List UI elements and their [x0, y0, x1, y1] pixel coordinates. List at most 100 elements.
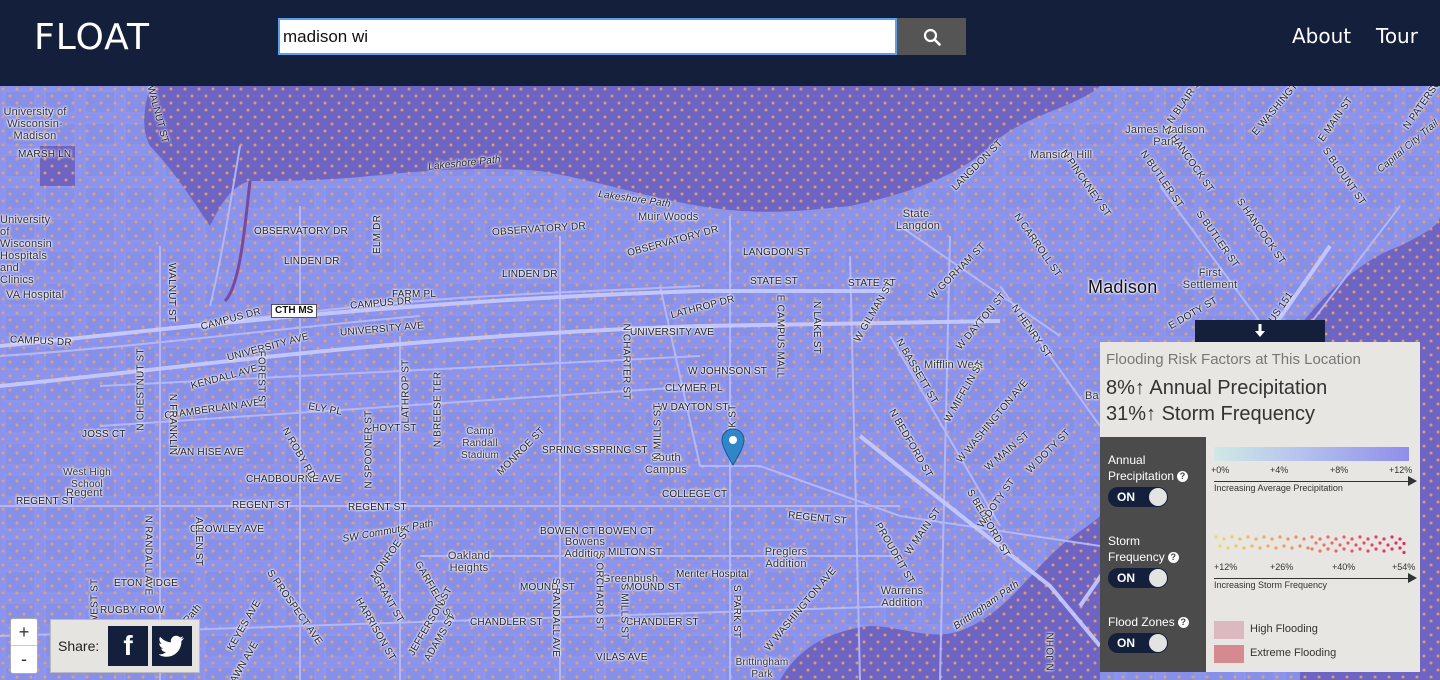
help-icon[interactable]: ?: [1177, 471, 1189, 482]
label-warrens-addition: Warrens Addition: [880, 585, 924, 609]
street-label: N SPOONER ST: [363, 410, 375, 489]
nav-tour-link[interactable]: Tour: [1376, 24, 1418, 48]
storm-dot: [1266, 544, 1270, 548]
street-label: UNIVERSITY AVE: [630, 327, 715, 338]
storm-dot: [1398, 546, 1402, 550]
storm-frequency-toggle[interactable]: ON: [1108, 568, 1168, 588]
street-label: REGENT ST: [232, 500, 291, 511]
label-preglers-addition: Preglers Addition: [764, 546, 808, 570]
storm-dot: [1274, 546, 1278, 550]
storm-dot: [1366, 537, 1370, 541]
storm-dot: [1286, 537, 1290, 541]
precipitation-color-scale: [1214, 447, 1409, 461]
street-label: WEST ST: [89, 578, 101, 625]
storm-dot: [1246, 535, 1250, 539]
storm-dot: [1298, 544, 1302, 548]
label-oakland-heights: Oakland Heights: [447, 550, 491, 574]
storm-dot: [1314, 541, 1318, 545]
storm-dot: [1398, 537, 1402, 541]
storm-dot: [1318, 549, 1322, 553]
storm-dot: [1310, 547, 1314, 551]
precip-tick: +8%: [1330, 465, 1349, 475]
street-label: CLYMER PL: [665, 383, 723, 394]
label-muir-woods: Muir Woods: [638, 211, 699, 223]
flood-zones-toggle[interactable]: ON: [1108, 633, 1168, 653]
label-state-langdon: State-Langdon: [895, 208, 941, 232]
street-label: MARSH LN: [18, 149, 72, 160]
street-label: VILAS AVE: [596, 652, 648, 663]
street-label: MOUND ST: [626, 582, 681, 593]
storm-dot: [1394, 541, 1398, 545]
storm-dot: [1378, 541, 1382, 545]
street-label: FOREST ST: [255, 350, 267, 409]
street-label: COLLEGE CT: [662, 489, 728, 500]
street-label: SPRING ST: [542, 445, 598, 456]
storm-dot: [1358, 547, 1362, 551]
precip-tick: +0%: [1211, 465, 1230, 475]
search-button[interactable]: [897, 18, 966, 55]
street-label: N LAKE ST: [810, 301, 822, 354]
label-bay-partial: Ba: [1085, 390, 1099, 402]
storm-dot: [1350, 537, 1354, 541]
street-label: S RANDALL AVE: [550, 577, 562, 658]
arrow-right-icon: [1408, 573, 1417, 583]
storm-frequency-dot-scale: [1214, 535, 1406, 555]
storm-dot: [1270, 537, 1274, 541]
storm-dot: [1382, 549, 1386, 553]
storm-dot: [1262, 535, 1266, 539]
street-label: CHADBOURNE AVE: [246, 474, 342, 485]
precip-arrow-line: [1214, 481, 1409, 482]
storm-dot: [1330, 541, 1334, 545]
help-icon[interactable]: ?: [1167, 552, 1179, 563]
precipitation-toggle[interactable]: ON: [1108, 487, 1168, 507]
location-pin-marker[interactable]: [721, 428, 745, 466]
label-meriter-hospital: Meriter Hospital: [676, 569, 750, 580]
extreme-flooding-swatch: [1214, 645, 1244, 663]
storm-dot: [1342, 547, 1346, 551]
location-search-input[interactable]: [278, 18, 897, 55]
storm-dot: [1238, 537, 1242, 541]
high-flooding-swatch: [1214, 621, 1244, 639]
storm-dot: [1342, 535, 1346, 539]
label-bowens-addition: Bowens Addition: [564, 536, 606, 560]
top-nav-bar: FLOAT About Tour: [0, 0, 1440, 86]
street-label: N BREESE TER: [432, 371, 444, 448]
street-label: RUGBY ROW: [100, 605, 165, 616]
street-label: N JOHN: [1045, 632, 1057, 671]
zoom-in-button[interactable]: +: [11, 619, 37, 646]
storm-dot: [1290, 546, 1294, 550]
twitter-share-button[interactable]: [152, 626, 192, 666]
county-highway-shield: CTH MS: [271, 304, 318, 318]
help-icon[interactable]: ?: [1177, 617, 1189, 628]
label-uw-hospitals: University of Wisconsin Hospitals and Cl…: [0, 214, 52, 286]
high-flooding-label: High Flooding: [1250, 623, 1318, 635]
storm-dot: [1390, 547, 1394, 551]
label-camp-randall: Camp Randall Stadium: [460, 426, 500, 461]
storm-dot: [1326, 547, 1330, 551]
street-label: BOWEN CT BOWEN CT: [540, 526, 654, 537]
layer-toggle-column: Annual Precipitation? ON Storm Frequency…: [1100, 437, 1206, 672]
storm-dot: [1234, 544, 1238, 548]
label-brittingham-park: Brittingham Park: [735, 657, 789, 680]
street-label: MILTON ST: [608, 547, 663, 558]
street-label: SPRING ST: [592, 445, 648, 456]
label-city-madison: Madison: [1088, 277, 1158, 297]
storm-dot: [1250, 544, 1254, 548]
storm-tick: +54%: [1392, 562, 1416, 572]
panel-title: Flooding Risk Factors at This Location: [1106, 351, 1361, 368]
storm-dot: [1334, 537, 1338, 541]
flooding-risk-panel: Flooding Risk Factors at This Location 8…: [1100, 342, 1420, 672]
app-logo[interactable]: FLOAT: [34, 16, 150, 60]
storm-dot: [1358, 535, 1362, 539]
flood-zones-layer-label: Flood Zones?: [1108, 614, 1189, 630]
panel-collapse-button[interactable]: [1195, 320, 1325, 342]
storm-dot: [1326, 535, 1330, 539]
facebook-share-button[interactable]: f: [108, 626, 148, 666]
street-label: LANGDON ST: [743, 247, 811, 258]
zoom-controls: + -: [10, 618, 38, 674]
storm-tick: +40%: [1332, 562, 1356, 572]
street-label: E CAMPUS MALL: [774, 294, 786, 379]
storm-dot: [1350, 549, 1354, 553]
nav-about-link[interactable]: About: [1292, 24, 1351, 48]
zoom-out-button[interactable]: -: [11, 646, 37, 672]
